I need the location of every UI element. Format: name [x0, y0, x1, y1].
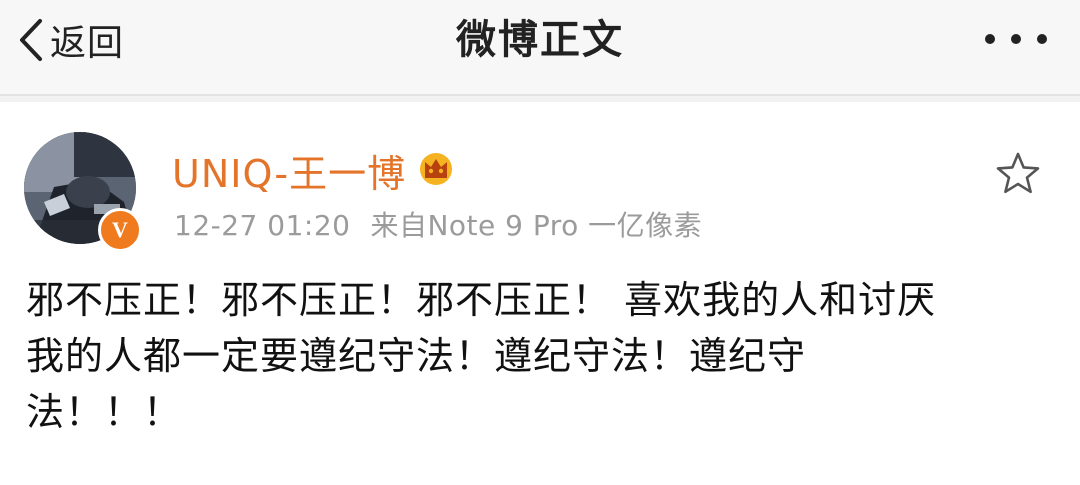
post-source: 来自Note 9 Pro 一亿像素	[370, 209, 703, 242]
top-navbar: 返回 微博正文	[0, 0, 1080, 96]
post-text-line: 法！！！	[26, 390, 183, 434]
post-time: 12-27 01:20	[174, 209, 351, 242]
weibo-post: V UNIQ-王一博 12-27 01:20 来自Note 9 Pro 一亿像素	[0, 102, 1080, 485]
crown-icon[interactable]	[416, 150, 456, 190]
star-outline-icon	[994, 152, 1042, 202]
back-label: 返回	[50, 23, 125, 64]
username-row: UNIQ-王一博	[172, 144, 456, 196]
post-meta: 12-27 01:20 来自Note 9 Pro 一亿像素	[174, 204, 702, 244]
more-dots-icon	[980, 34, 1052, 58]
post-text-line: 邪不压正！邪不压正！邪不压正！ 喜欢我的人和讨厌	[26, 278, 937, 322]
more-button[interactable]	[980, 24, 1052, 54]
avatar-container: V	[24, 132, 142, 252]
verified-badge-icon: V	[98, 208, 142, 252]
screen: 返回 微博正文 V UNIQ-王一博 12-27 01:20 来自Note 9 …	[0, 0, 1080, 485]
chevron-left-icon	[18, 18, 44, 62]
back-button[interactable]: 返回	[18, 12, 124, 68]
favorite-button[interactable]	[994, 150, 1042, 198]
post-text-line: 我的人都一定要遵纪守法！遵纪守法！遵纪守	[26, 334, 807, 378]
username[interactable]: UNIQ-王一博	[172, 143, 406, 198]
post-body: 邪不压正！邪不压正！邪不压正！ 喜欢我的人和讨厌 我的人都一定要遵纪守法！遵纪守…	[26, 272, 1046, 440]
page-title: 微博正文	[456, 17, 624, 63]
